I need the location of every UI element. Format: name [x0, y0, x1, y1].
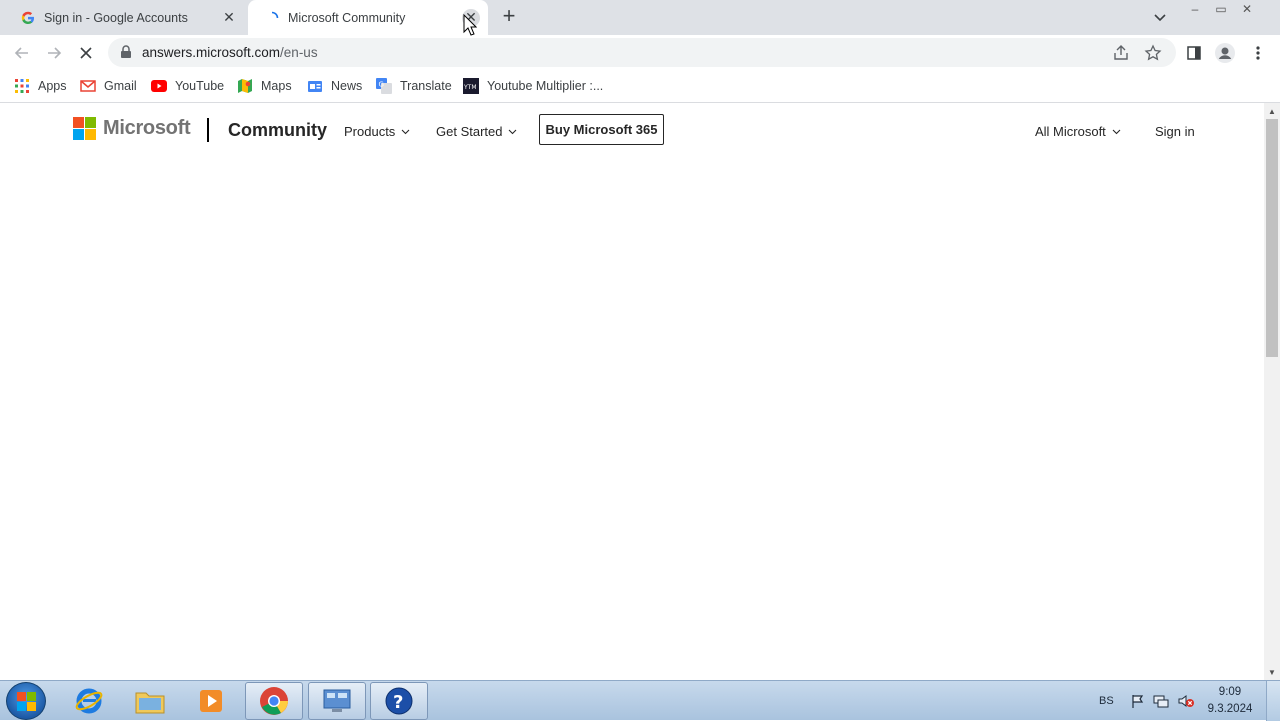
kebab-menu-icon[interactable]	[1248, 43, 1268, 63]
bookmark-maps[interactable]: Maps	[237, 76, 292, 96]
bookmark-youtube[interactable]: YouTube	[151, 76, 224, 96]
profile-avatar-icon[interactable]	[1215, 43, 1235, 63]
forward-arrow-icon[interactable]	[43, 42, 65, 64]
lock-icon[interactable]	[120, 45, 132, 59]
microsoft-wordmark: Microsoft	[103, 117, 191, 139]
community-title[interactable]: Community	[228, 120, 327, 141]
nav-label: All Microsoft	[1035, 124, 1106, 139]
chevron-down-icon	[1112, 127, 1121, 137]
taskbar-chrome[interactable]	[245, 682, 303, 720]
scroll-thumb[interactable]	[1266, 119, 1278, 357]
page-scrollbar[interactable]: ▲ ▼	[1264, 103, 1280, 680]
action-center-flag-icon[interactable]	[1130, 681, 1146, 721]
tab-search-chevron-icon[interactable]	[1152, 9, 1168, 25]
help-icon: ?	[385, 687, 413, 715]
new-tab-button[interactable]: +	[498, 5, 520, 28]
bookmark-translate[interactable]: G Translate	[376, 76, 452, 96]
loading-spinner-icon	[264, 10, 280, 26]
stop-loading-icon[interactable]	[75, 42, 97, 64]
start-orb-icon	[17, 692, 26, 701]
url-host: answers.microsoft.com	[142, 45, 281, 60]
bookmark-label: Maps	[261, 79, 292, 93]
internet-explorer-icon	[75, 688, 103, 714]
side-panel-icon[interactable]	[1184, 43, 1204, 63]
close-tab-icon[interactable]: ✕	[220, 9, 238, 27]
back-arrow-icon[interactable]	[11, 42, 33, 64]
tab-strip: Sign in - Google Accounts ✕ Microsoft Co…	[0, 0, 1280, 35]
nav-label: Get Started	[436, 124, 503, 139]
nav-get-started[interactable]: Get Started	[436, 124, 517, 139]
start-button[interactable]	[6, 682, 46, 720]
clock-time: 9:09	[1218, 686, 1242, 698]
bookmark-label: Youtube Multiplier :...	[487, 79, 604, 93]
bookmark-label: Apps	[38, 79, 67, 93]
share-icon[interactable]	[1112, 44, 1130, 62]
url-text[interactable]: answers.microsoft.com/en-us	[142, 45, 318, 60]
window-controls: – ▭ ✕	[1182, 0, 1260, 20]
bookmark-label: Translate	[400, 79, 452, 93]
url-path: /en-us	[280, 45, 318, 60]
nav-products[interactable]: Products	[344, 124, 410, 139]
youtube-icon	[151, 78, 167, 94]
bookmarks-bar: Apps Gmail YouTube Maps News G Translate…	[0, 70, 1280, 103]
maps-icon	[237, 78, 253, 94]
apps-grid-icon	[14, 78, 30, 94]
ytm-icon: YTM	[463, 78, 479, 94]
microsoft-logo[interactable]: Microsoft	[73, 117, 191, 140]
bookmark-apps[interactable]: Apps	[14, 76, 67, 96]
show-desktop-button[interactable]	[1266, 681, 1280, 721]
chevron-down-icon	[508, 127, 517, 137]
svg-text:YTM: YTM	[463, 84, 477, 91]
mouse-cursor-icon	[463, 13, 478, 36]
bookmark-gmail[interactable]: Gmail	[80, 76, 137, 96]
page-content: Microsoft Community Products Get Started…	[0, 103, 1264, 680]
restore-button[interactable]: ▭	[1208, 0, 1234, 18]
header-divider	[207, 118, 209, 142]
taskbar-control-panel[interactable]	[308, 682, 366, 720]
tab-title: Sign in - Google Accounts	[44, 10, 188, 25]
sign-in-link[interactable]: Sign in	[1155, 124, 1195, 139]
microsoft-grid-icon	[73, 117, 96, 140]
svg-text:G: G	[379, 81, 384, 89]
file-explorer-icon	[135, 692, 165, 714]
bookmark-label: News	[331, 79, 363, 93]
nav-label: Products	[344, 124, 396, 139]
tab-google-accounts[interactable]: Sign in - Google Accounts ✕	[8, 0, 246, 35]
clock-date: 9.3.2024	[1207, 703, 1253, 715]
bookmark-label: YouTube	[175, 79, 225, 93]
scroll-up-arrow-icon[interactable]: ▲	[1264, 104, 1280, 118]
close-window-button[interactable]: ✕	[1234, 0, 1260, 18]
scroll-down-arrow-icon[interactable]: ▼	[1264, 665, 1280, 679]
bookmark-news[interactable]: News	[307, 76, 362, 96]
google-g-icon	[20, 10, 36, 26]
address-bar[interactable]: answers.microsoft.com/en-us	[108, 38, 1176, 67]
taskbar-help[interactable]: ?	[370, 682, 428, 720]
news-icon	[307, 78, 323, 94]
tray-language[interactable]: BS	[1099, 681, 1114, 721]
bookmark-youtube-multiplier[interactable]: YTM Youtube Multiplier :...	[463, 76, 603, 96]
chrome-icon	[260, 687, 288, 715]
control-panel-icon	[323, 689, 351, 712]
media-player-icon	[200, 690, 222, 712]
browser-toolbar: answers.microsoft.com/en-us	[0, 35, 1280, 70]
gmail-icon	[80, 78, 96, 94]
bookmark-star-icon[interactable]	[1144, 44, 1162, 62]
tab-microsoft-community[interactable]: Microsoft Community ✕	[248, 0, 488, 35]
chevron-down-icon	[401, 127, 410, 137]
minimize-button[interactable]: –	[1182, 0, 1208, 18]
buy-microsoft-365-button[interactable]: Buy Microsoft 365	[539, 114, 664, 145]
translate-icon: G	[376, 78, 392, 94]
taskbar-file-explorer[interactable]	[121, 682, 179, 720]
taskbar-media-player[interactable]	[182, 682, 240, 720]
nav-all-microsoft[interactable]: All Microsoft	[1035, 124, 1121, 139]
tab-title: Microsoft Community	[288, 10, 406, 25]
volume-muted-icon[interactable]	[1177, 681, 1195, 721]
windows-taskbar: ? BS 9:09 9.3.2024	[0, 680, 1280, 721]
taskbar-internet-explorer[interactable]	[60, 682, 118, 720]
bookmark-label: Gmail	[104, 79, 137, 93]
svg-text:?: ?	[393, 692, 403, 713]
system-clock[interactable]: 9:09 9.3.2024	[1200, 684, 1260, 718]
network-icon[interactable]	[1153, 681, 1169, 721]
